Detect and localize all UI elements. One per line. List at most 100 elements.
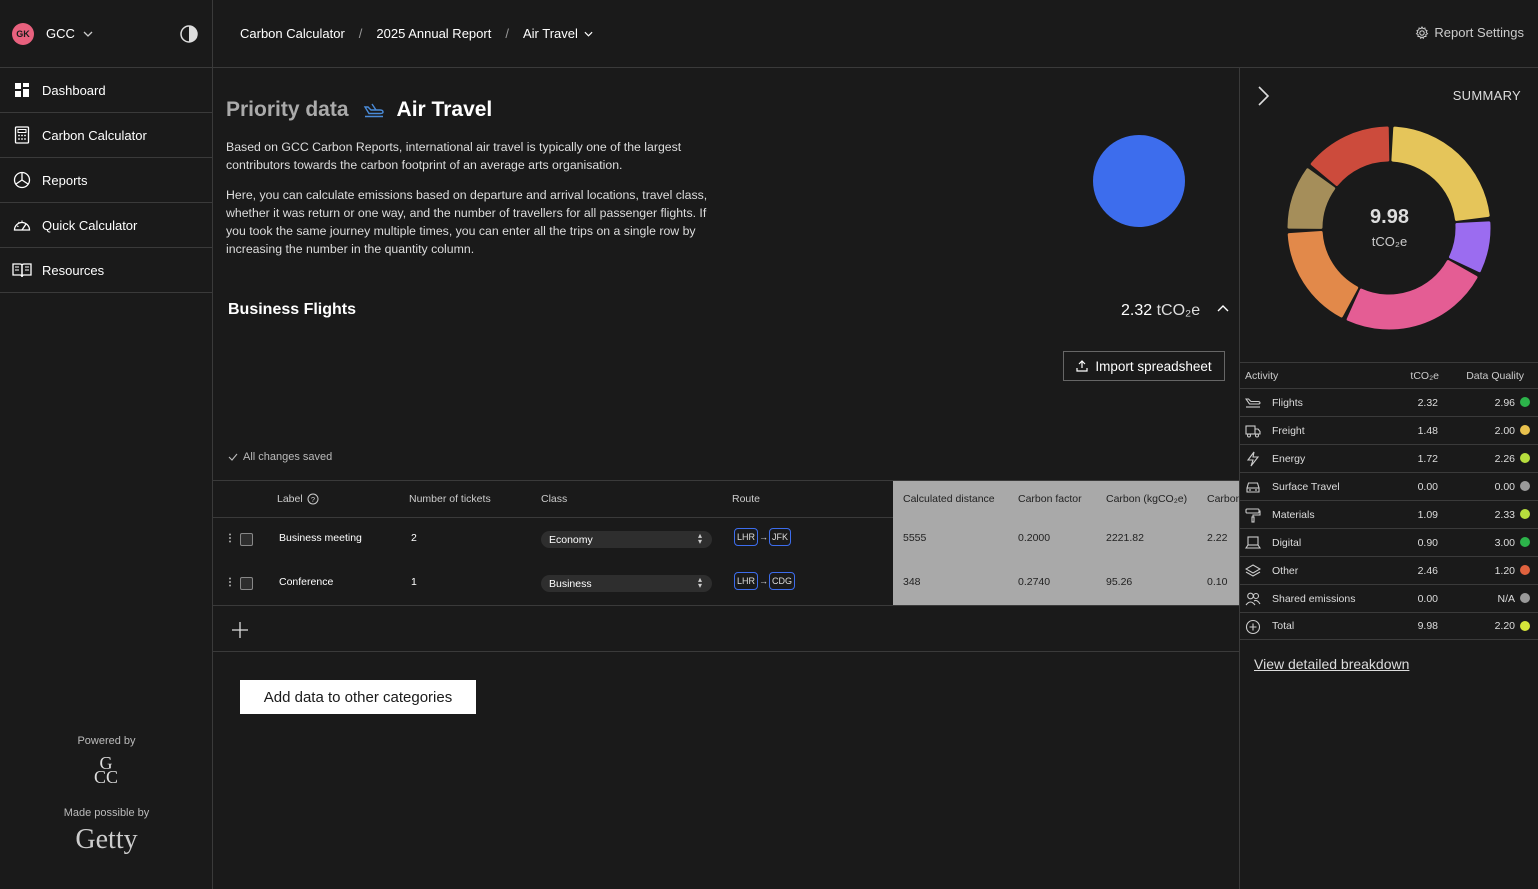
main-content: Priority data Air Travel Based on GCC Ca… [213, 68, 1239, 889]
chevron-right-icon[interactable] [1256, 85, 1270, 107]
help-icon[interactable]: ? [307, 493, 319, 505]
plus-icon [231, 621, 249, 639]
laptop-icon [1245, 535, 1261, 551]
sidebar-item-quick-calculator[interactable]: Quick Calculator [0, 203, 212, 248]
sidebar-item-carbon-calculator[interactable]: Carbon Calculator [0, 113, 212, 158]
save-status-label: All changes saved [243, 451, 333, 463]
sidebar-item-reports[interactable]: Reports [0, 158, 212, 203]
page-title: Air Travel [396, 98, 493, 121]
select-arrows-icon: ▴ ▾ [697, 575, 702, 590]
row-tickets[interactable]: 1 [411, 576, 417, 588]
arrival-airport[interactable]: JFK [769, 528, 792, 546]
plus-circle-icon [1245, 619, 1261, 635]
breadcrumb-report[interactable]: 2025 Annual Report [376, 26, 491, 41]
chevron-down-icon[interactable] [83, 31, 93, 37]
summary-value: 9.98 [1417, 620, 1438, 632]
import-spreadsheet-button[interactable]: Import spreadsheet [1063, 351, 1225, 381]
row-distance: 5555 [903, 532, 927, 544]
column-header-carbon-kg: Carbon (kgCO₂e) [1106, 493, 1188, 505]
row-distance: 348 [903, 576, 921, 588]
route-field[interactable]: LHR → JFK [734, 528, 792, 546]
row-label[interactable]: Business meeting [279, 532, 362, 544]
row-checkbox[interactable] [240, 577, 253, 590]
class-select-value: Business [549, 577, 592, 590]
people-icon [1245, 591, 1261, 607]
summary-row-total: Total 9.98 2.20 [1240, 612, 1538, 640]
row-label[interactable]: Conference [279, 576, 333, 588]
sidebar-item-dashboard[interactable]: Dashboard [0, 68, 212, 113]
donut-segment-other[interactable] [1346, 260, 1478, 330]
org-switcher[interactable]: GK GCC [0, 0, 212, 68]
section-total-unit: tCO₂e [1156, 302, 1201, 319]
sidebar-item-label: Dashboard [42, 82, 106, 98]
theme-toggle-icon[interactable] [180, 24, 198, 43]
add-other-categories-button[interactable]: Add data to other categories [240, 680, 476, 714]
quality-indicator [1520, 453, 1530, 463]
quality-indicator [1520, 509, 1530, 519]
breadcrumb-carbon-calculator[interactable]: Carbon Calculator [240, 26, 345, 41]
summary-quality: 2.26 [1494, 452, 1515, 465]
summary-value: 1.48 [1417, 424, 1438, 437]
arrival-airport[interactable]: CDG [769, 572, 796, 590]
logo-letters-bottom: CC [93, 767, 118, 787]
summary-table-header: Activity tCO₂e Data Quality [1240, 362, 1538, 388]
summary-activity: Freight [1272, 424, 1305, 437]
summary-quality: N/A [1497, 592, 1515, 605]
calculator-icon [12, 125, 32, 145]
row-factor: 0.2740 [1018, 576, 1051, 588]
summary-row-energy: Energy 1.72 2.26 [1240, 444, 1538, 472]
summary-quality: 2.96 [1494, 396, 1515, 409]
report-settings-button[interactable]: Report Settings [1415, 25, 1524, 40]
made-possible-label: Made possible by [63, 807, 150, 819]
donut-total-value: 9.98 [1370, 206, 1409, 228]
column-header-class: Class [541, 493, 568, 505]
departure-airport[interactable]: LHR [734, 528, 759, 546]
table-row: Business meeting 2 Economy ▴ ▾ LHR → JFK … [213, 518, 1239, 562]
gear-icon [1415, 25, 1434, 40]
row-checkbox[interactable] [240, 533, 253, 546]
plane-icon [1245, 395, 1261, 411]
departure-airport[interactable]: LHR [734, 572, 759, 590]
section-total: 2.32 tCO₂e [1121, 302, 1200, 320]
class-select[interactable]: Economy ▴ ▾ [541, 531, 712, 548]
avatar[interactable]: GK [12, 22, 34, 45]
import-label: Import spreadsheet [1095, 358, 1212, 374]
drag-handle-icon[interactable] [228, 532, 232, 544]
column-header-tco2e: tCO₂e [1410, 369, 1439, 382]
flights-table: Label ? Number of tickets Class Route Ca… [213, 480, 1239, 606]
report-settings-label: Report Settings [1434, 25, 1524, 40]
route-field[interactable]: LHR → CDG [734, 572, 796, 590]
priority-label: Priority data [226, 98, 349, 121]
chevron-down-icon[interactable] [584, 31, 593, 37]
pie-chart-icon [12, 170, 32, 190]
sidebar-item-resources[interactable]: Resources [0, 248, 212, 293]
divider [213, 651, 1239, 652]
column-header-activity: Activity [1245, 369, 1279, 382]
powered-by-label: Powered by [77, 735, 136, 747]
svg-text:?: ? [311, 495, 315, 504]
donut-segment-freight[interactable] [1310, 126, 1390, 186]
summary-activity: Flights [1272, 396, 1303, 409]
paint-roller-icon [1245, 507, 1261, 523]
section-total-value: 2.32 [1121, 302, 1153, 319]
summary-activity: Energy [1272, 452, 1306, 465]
save-status: All changes saved [228, 451, 332, 463]
summary-row-flights: Flights 2.32 2.96 [1240, 388, 1538, 416]
summary-activity: Total [1272, 620, 1295, 632]
summary-activity: Other [1272, 564, 1299, 577]
view-detailed-breakdown-link[interactable]: View detailed breakdown [1254, 656, 1409, 672]
add-row-button[interactable] [231, 621, 249, 639]
chevron-up-icon[interactable] [1217, 304, 1229, 312]
drag-handle-icon[interactable] [228, 576, 232, 588]
breadcrumb-air-travel[interactable]: Air Travel [523, 26, 578, 41]
summary-value: 0.00 [1417, 480, 1438, 493]
book-icon [12, 260, 32, 280]
org-name[interactable]: GCC [46, 26, 75, 41]
sidebar-item-label: Reports [42, 172, 88, 188]
row-tickets[interactable]: 2 [411, 532, 417, 544]
class-select[interactable]: Business ▴ ▾ [541, 575, 712, 592]
summary-value: 2.46 [1417, 564, 1438, 577]
getty-logo: Getty [75, 824, 138, 855]
quality-indicator [1520, 537, 1530, 547]
summary-value: 2.32 [1417, 396, 1438, 409]
